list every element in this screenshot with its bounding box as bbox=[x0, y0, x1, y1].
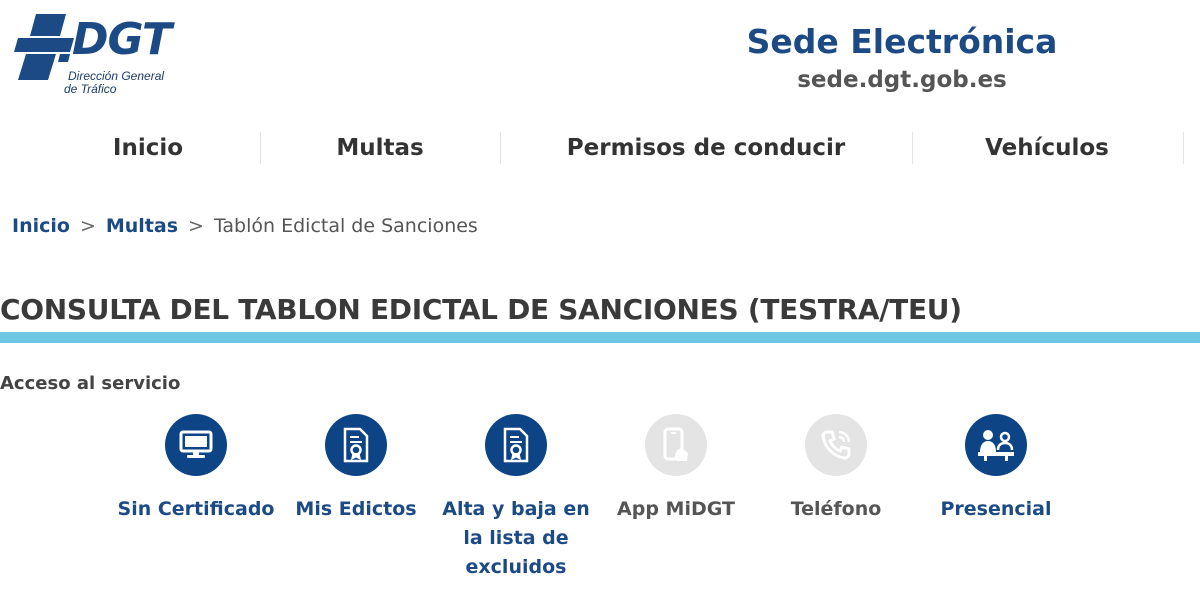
phone-icon bbox=[805, 414, 867, 476]
certificate-document-icon[interactable] bbox=[325, 414, 387, 476]
service-sin-certificado[interactable]: Sin Certificado bbox=[111, 414, 281, 524]
nav-item-multas[interactable]: Multas bbox=[262, 128, 498, 168]
breadcrumb: Inicio > Multas > Tablón Edictal de Sancione… bbox=[12, 212, 478, 240]
service-label[interactable]: Sin Certificado bbox=[111, 495, 281, 524]
monitor-icon[interactable] bbox=[165, 414, 227, 476]
section-label: Acceso al servicio bbox=[0, 373, 181, 394]
nav-divider bbox=[260, 132, 261, 164]
service-telefono: Teléfono bbox=[751, 414, 921, 524]
breadcrumb-separator: > bbox=[188, 215, 204, 237]
service-presencial[interactable]: Presencial bbox=[911, 414, 1081, 524]
service-app-midgt: App MiDGT bbox=[591, 414, 761, 524]
service-label[interactable]: Presencial bbox=[911, 495, 1081, 524]
nav-item-inicio[interactable]: Inicio bbox=[40, 128, 256, 168]
nav-item-permisos[interactable]: Permisos de conducir bbox=[502, 128, 910, 168]
smartphone-icon bbox=[645, 414, 707, 476]
service-label: Teléfono bbox=[790, 498, 882, 520]
site-title[interactable]: Sede Electrónica bbox=[700, 22, 1104, 62]
nav-divider bbox=[1183, 132, 1184, 164]
breadcrumb-link-inicio[interactable]: Inicio bbox=[12, 215, 70, 237]
service-mis-edictos[interactable]: Mis Edictos bbox=[271, 414, 441, 524]
nav-divider bbox=[912, 132, 913, 164]
page-title: CONSULTA DEL TABLON EDICTAL DE SANCIONES… bbox=[0, 293, 962, 326]
logo-subtitle-line2: de Tráfico bbox=[64, 82, 117, 96]
certificate-document-icon[interactable] bbox=[485, 414, 547, 476]
service-alta-baja-excluidos[interactable]: Alta y baja en la lista de excluidos bbox=[431, 414, 601, 582]
logo-wordmark: DGT bbox=[72, 14, 172, 65]
title-underline-bar bbox=[0, 332, 1200, 343]
main-navigation: Inicio Multas Permisos de conducir Vehíc… bbox=[0, 128, 1200, 168]
dgt-logo[interactable]: DGT Dirección General de Tráfico bbox=[10, 14, 180, 98]
service-label: App MiDGT bbox=[617, 498, 735, 520]
breadcrumb-separator: > bbox=[79, 215, 96, 237]
service-desk-icon[interactable] bbox=[965, 414, 1027, 476]
service-label[interactable]: Alta y baja en la lista de excluidos bbox=[431, 495, 601, 582]
service-label[interactable]: Mis Edictos bbox=[271, 495, 441, 524]
breadcrumb-link-multas[interactable]: Multas bbox=[106, 215, 178, 237]
site-url: sede.dgt.gob.es bbox=[797, 67, 1007, 93]
breadcrumb-current: Tablón Edictal de Sanciones bbox=[213, 215, 478, 237]
nav-item-vehiculos[interactable]: Vehículos bbox=[914, 128, 1180, 168]
nav-divider bbox=[500, 132, 501, 164]
